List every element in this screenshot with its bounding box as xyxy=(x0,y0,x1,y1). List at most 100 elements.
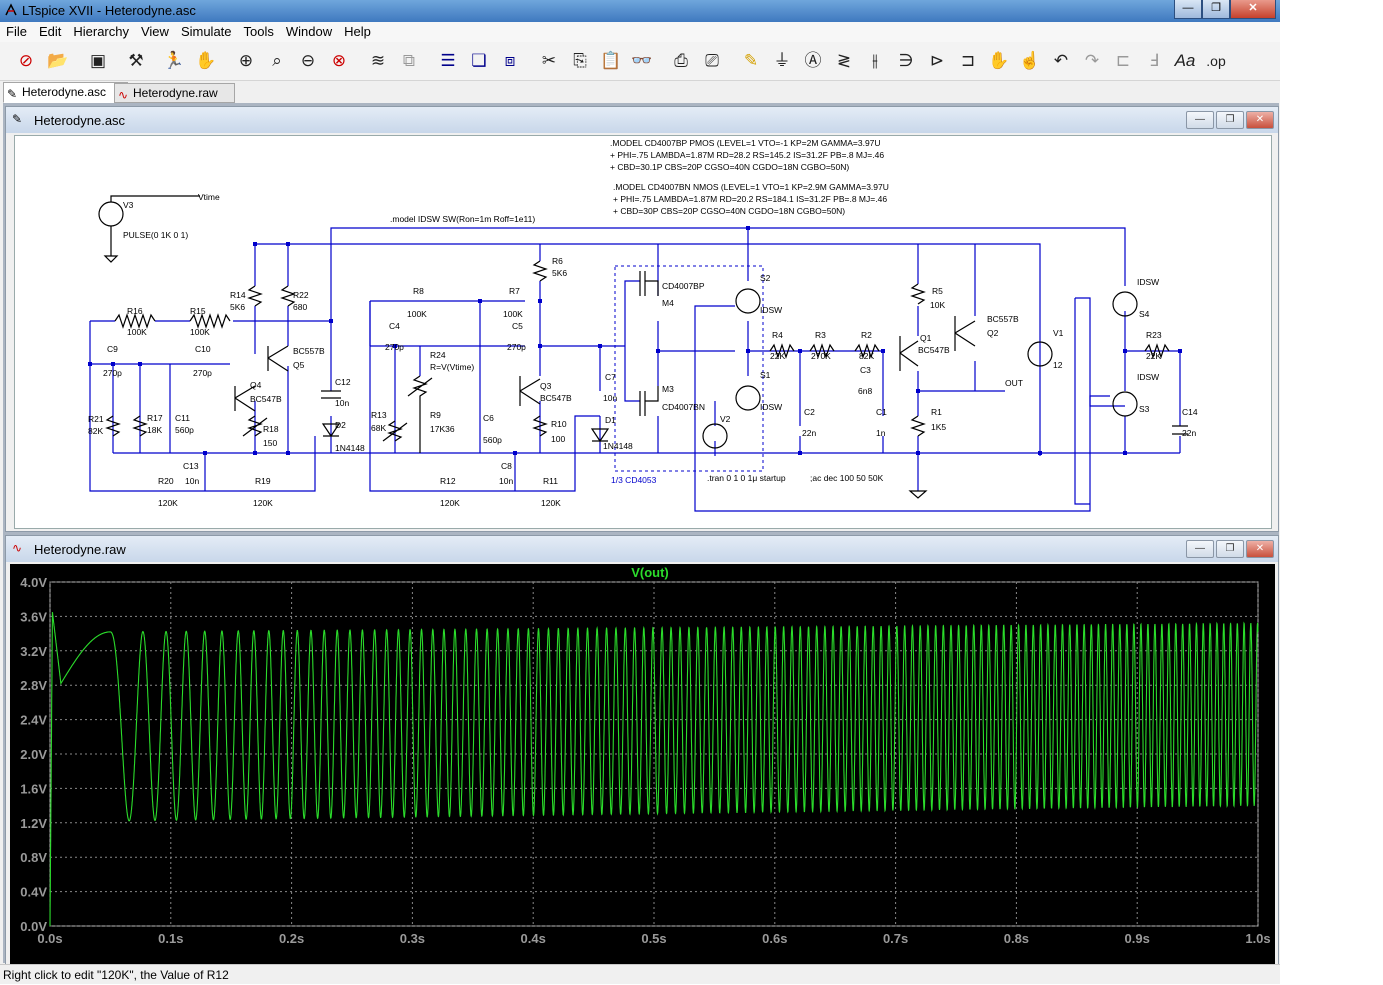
zoom-out-icon[interactable]: ⊖ xyxy=(296,49,320,73)
svg-text:Q3: Q3 xyxy=(540,381,552,391)
schematic-canvas[interactable]: .MODEL CD4007BP PMOS (LEVEL=1 VTO=-1 KP=… xyxy=(14,135,1272,529)
paste-icon[interactable]: 📋 xyxy=(599,49,623,73)
svg-text:R12: R12 xyxy=(440,476,456,486)
x-tick-label: 0.2s xyxy=(279,931,304,946)
text-icon[interactable]: Aa xyxy=(1173,49,1197,73)
waveform-window-titlebar: ∿ Heterodyne.raw — ❐ ✕ xyxy=(6,536,1278,562)
svg-text:+ PHI=.75 LAMBDA=1.87M RD=28.2: + PHI=.75 LAMBDA=1.87M RD=28.2 RS=145.2 … xyxy=(610,150,884,160)
svg-text:+ CBD=30.1P CBS=20P CGSO=40N C: + CBD=30.1P CBS=20P CGSO=40N CGDO=18N CG… xyxy=(610,162,849,172)
svg-text:560p: 560p xyxy=(483,435,502,445)
cut-icon[interactable]: ✂ xyxy=(537,49,561,73)
ltspice-logo-icon xyxy=(5,3,17,16)
svg-text:M4: M4 xyxy=(662,298,674,308)
tile-vertical-icon[interactable]: ⧈ xyxy=(498,49,522,73)
waveform-plot[interactable]: V(out) 0.0s 0.1s 0.2s 0.3s 0.4s 0.5s 0.6s 0.7s 0… xyxy=(10,564,1275,964)
undo-icon[interactable]: ↶ xyxy=(1049,49,1073,73)
svg-text:M3: M3 xyxy=(662,384,674,394)
svg-text:S4: S4 xyxy=(1139,309,1150,319)
ground-icon[interactable]: ⏚ xyxy=(770,49,794,73)
svg-text:270p: 270p xyxy=(103,368,122,378)
undo-zoom-icon[interactable]: ⧉ xyxy=(397,49,421,73)
spice-directive-icon[interactable]: .op xyxy=(1204,49,1228,73)
schematic-drawing[interactable]: .MODEL CD4007BP PMOS (LEVEL=1 VTO=-1 KP=… xyxy=(15,136,1271,528)
pan-icon[interactable]: ⌕ xyxy=(265,49,289,73)
rotate-icon[interactable]: ⊏ xyxy=(1111,49,1135,73)
new-schematic-icon[interactable]: ⊘ xyxy=(14,49,38,73)
tile-horizontal-icon[interactable]: ☰ xyxy=(436,49,460,73)
mirror-icon[interactable]: Ⅎ xyxy=(1142,49,1166,73)
restore-button[interactable]: ❐ xyxy=(1216,540,1244,558)
open-icon[interactable]: 📂 xyxy=(46,49,70,73)
menu-help[interactable]: Help xyxy=(338,22,377,42)
svg-text:V3: V3 xyxy=(123,200,134,210)
zoom-fit-icon[interactable]: ⊗ xyxy=(327,49,351,73)
cascade-icon[interactable]: ❏ xyxy=(467,49,491,73)
svg-text:.model IDSW SW(Ron=1m Roff=1e1: .model IDSW SW(Ron=1m Roff=1e11) xyxy=(390,214,535,224)
print-icon[interactable]: ⎙ xyxy=(669,49,693,73)
autorange-icon[interactable]: ≋ xyxy=(366,49,390,73)
move-icon[interactable]: ✋ xyxy=(987,49,1011,73)
find-icon[interactable]: 👓 xyxy=(630,49,654,73)
draw-wire-icon[interactable]: ✎ xyxy=(739,49,763,73)
menu-file[interactable]: File xyxy=(0,22,33,42)
save-icon[interactable]: ▣ xyxy=(86,49,110,73)
svg-text:680: 680 xyxy=(293,302,307,312)
svg-text:R4: R4 xyxy=(772,330,783,340)
menu-edit[interactable]: Edit xyxy=(33,22,67,42)
svg-text:22K: 22K xyxy=(770,351,785,361)
svg-text:6n8: 6n8 xyxy=(858,386,872,396)
svg-text:V2: V2 xyxy=(720,414,731,424)
label-net-icon[interactable]: Ⓐ xyxy=(801,49,825,73)
svg-text:10n: 10n xyxy=(499,476,513,486)
resistor-icon[interactable]: ≷ xyxy=(832,49,856,73)
maximize-button[interactable]: ❐ xyxy=(1202,0,1230,19)
run-icon[interactable]: 🏃 xyxy=(162,49,186,73)
svg-text:+ CBD=30P CBS=20P CGSO=40N CGD: + CBD=30P CBS=20P CGSO=40N CGDO=18N CGBO… xyxy=(613,206,845,216)
capacitor-icon[interactable]: ⫲ xyxy=(863,49,887,73)
inductor-icon[interactable]: ∋ xyxy=(894,49,918,73)
copy-icon[interactable]: ⎘ xyxy=(568,49,592,73)
close-button[interactable]: ✕ xyxy=(1246,540,1274,558)
svg-text:1K5: 1K5 xyxy=(931,422,946,432)
minimize-button[interactable]: — xyxy=(1186,540,1214,558)
svg-text:C13: C13 xyxy=(183,461,199,471)
svg-text:Q5: Q5 xyxy=(293,360,305,370)
restore-button[interactable]: ❐ xyxy=(1216,111,1244,129)
minimize-button[interactable]: — xyxy=(1186,111,1214,129)
svg-text:R2: R2 xyxy=(861,330,872,340)
redo-icon[interactable]: ↷ xyxy=(1080,49,1104,73)
print-setup-icon[interactable]: ⎚ xyxy=(700,49,724,73)
svg-text:R10: R10 xyxy=(551,419,567,429)
control-panel-icon[interactable]: ⚒ xyxy=(124,49,148,73)
close-button[interactable]: ✕ xyxy=(1230,0,1276,19)
svg-text:10K: 10K xyxy=(930,300,945,310)
svg-text:R22: R22 xyxy=(293,290,309,300)
zoom-in-icon[interactable]: ⊕ xyxy=(234,49,258,73)
close-button[interactable]: ✕ xyxy=(1246,111,1274,129)
waveform-chart[interactable]: V(out) 0.0s 0.1s 0.2s 0.3s 0.4s 0.5s 0.6s 0.7s 0… xyxy=(10,564,1275,964)
svg-text:C1: C1 xyxy=(876,407,887,417)
waveform-icon: ∿ xyxy=(12,541,23,555)
drag-icon[interactable]: ☝ xyxy=(1018,49,1042,73)
menu-simulate[interactable]: Simulate xyxy=(175,22,238,42)
menu-tools[interactable]: Tools xyxy=(238,22,280,42)
svg-text:R19: R19 xyxy=(255,476,271,486)
svg-text:C5: C5 xyxy=(512,321,523,331)
tab-heterodyne-asc[interactable]: ✎ Heterodyne.asc xyxy=(3,82,128,103)
menu-window[interactable]: Window xyxy=(280,22,338,42)
svg-text:270K: 270K xyxy=(811,351,831,361)
x-tick-label: 0.1s xyxy=(158,931,183,946)
diode-icon[interactable]: ⊳ xyxy=(925,49,949,73)
x-tick-label: 0.4s xyxy=(521,931,546,946)
y-tick-label: 0.0V xyxy=(20,919,47,934)
minimize-button[interactable]: — xyxy=(1174,0,1202,19)
tab-heterodyne-raw[interactable]: ∿ Heterodyne.raw xyxy=(114,83,235,103)
menu-hierarchy[interactable]: Hierarchy xyxy=(67,22,135,42)
halt-icon[interactable]: ✋ xyxy=(194,49,218,73)
svg-text:270p: 270p xyxy=(385,342,404,352)
component-icon[interactable]: ⊐ xyxy=(956,49,980,73)
trace-title[interactable]: V(out) xyxy=(631,565,669,580)
x-tick-label: 0.6s xyxy=(762,931,787,946)
svg-text:C12: C12 xyxy=(335,377,351,387)
menu-view[interactable]: View xyxy=(135,22,175,42)
